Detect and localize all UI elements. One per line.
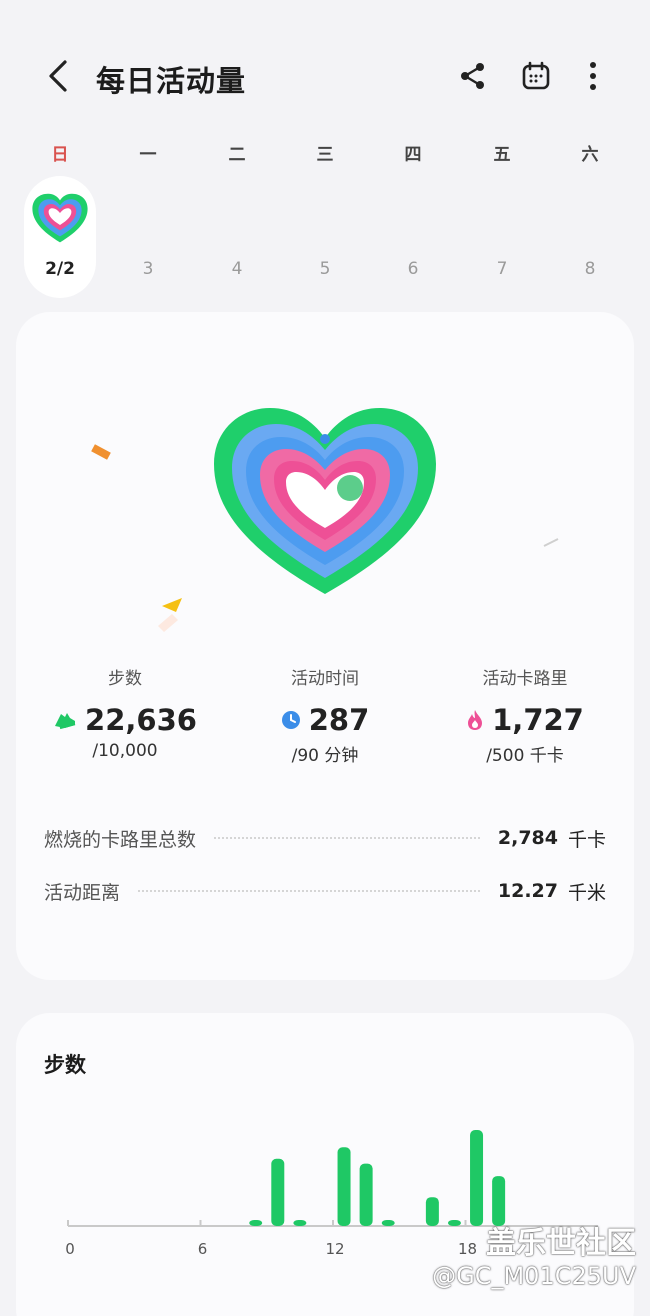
activity-distance-row: 活动距离 12.27 千米 (44, 875, 606, 907)
weekday-row: 日 一 二 三 四 五 六 (0, 140, 650, 170)
chart-bar (359, 1163, 373, 1226)
stat-active-time-value: 287 (308, 703, 370, 737)
confetti-decoration (158, 598, 182, 632)
stat-steps-value: 22,636 (85, 703, 197, 737)
weekday-fri: 五 (493, 145, 511, 165)
activity-distance-unit: 千米 (567, 881, 606, 904)
chart-x-tick-label: 6 (198, 1240, 208, 1258)
stat-active-time-goal: /90 分钟 (291, 746, 359, 766)
confetti-decoration (91, 444, 111, 460)
date-mon[interactable]: 3 (118, 259, 178, 279)
chart-bar (293, 1220, 307, 1226)
stat-steps-label: 步数 (108, 669, 142, 689)
total-calories-label: 燃烧的卡路里总数 (44, 828, 197, 851)
weekday-tue: 二 (228, 145, 246, 165)
row-divider-dots (214, 837, 480, 839)
app-bar: 每日活动量 (0, 40, 650, 116)
page-title: 每日活动量 (96, 64, 247, 98)
mini-activity-heart-icon (32, 193, 88, 243)
chevron-left-icon (49, 60, 67, 92)
back-button[interactable] (36, 54, 80, 98)
more-options-button[interactable] (571, 54, 615, 98)
weekday-mon: 一 (139, 145, 157, 165)
stat-steps[interactable]: 步数 22,636 /10,000 (22, 664, 228, 761)
confetti-decoration (543, 538, 559, 547)
chart-bar (470, 1130, 484, 1226)
shoe-icon (55, 713, 76, 730)
total-calories-row: 燃烧的卡路里总数 2,784 千卡 (44, 822, 606, 854)
chart-bar (425, 1197, 439, 1226)
stat-active-time-label: 活动时间 (291, 669, 359, 689)
chart-bar (337, 1147, 351, 1226)
date-row: 2/2 3 4 5 6 7 8 (0, 172, 650, 302)
stat-steps-goal: /10,000 (92, 741, 158, 761)
chart-x-tick-label: 0 (65, 1240, 75, 1258)
weekday-wed: 三 (316, 145, 334, 165)
activity-distance-value: 12.27 (497, 880, 558, 902)
date-thu[interactable]: 6 (383, 259, 443, 279)
date-tue[interactable]: 4 (207, 259, 267, 279)
date-fri[interactable]: 7 (472, 259, 532, 279)
calendar-icon (522, 61, 550, 90)
weekday-sun: 日 (51, 145, 69, 165)
flame-icon (468, 710, 483, 730)
date-selected: 2/2 (45, 259, 75, 279)
stat-active-calories-goal: /500 千卡 (486, 746, 564, 766)
stat-active-calories[interactable]: 活动卡路里 1,727 /500 千卡 (422, 664, 628, 766)
more-vertical-icon (590, 62, 596, 90)
chart-x-tick-label: 18 (458, 1240, 477, 1258)
chart-bar (447, 1220, 461, 1226)
chart-bar (381, 1220, 395, 1226)
chart-x-tick-label: 12 (325, 1240, 344, 1258)
activity-distance-label: 活动距离 (44, 881, 121, 904)
activity-rings-heart (214, 408, 436, 594)
chart-bar (271, 1158, 285, 1226)
weekday-sat: 六 (581, 145, 599, 165)
date-wed[interactable]: 5 (295, 259, 355, 279)
total-calories-unit: 千卡 (567, 828, 606, 851)
date-sat[interactable]: 8 (560, 259, 620, 279)
total-calories-value: 2,784 (497, 827, 558, 849)
share-icon (461, 63, 484, 89)
weekday-thu: 四 (404, 145, 422, 165)
stat-active-time[interactable]: 活动时间 287 /90 分钟 (222, 664, 428, 766)
share-button[interactable] (451, 54, 495, 98)
stat-active-calories-value: 1,727 (492, 703, 584, 737)
row-divider-dots (138, 890, 480, 892)
stat-active-calories-label: 活动卡路里 (482, 669, 568, 689)
clock-icon (281, 711, 300, 729)
watermark-community: 盖乐世社区 (486, 1226, 636, 1261)
calendar-button[interactable] (514, 54, 558, 98)
activity-summary-card: 步数 22,636 /10,000 活动时间 287 /90 分钟 活动卡路里 (16, 312, 634, 980)
watermark-username: @GC_M01C25UV (432, 1262, 636, 1290)
chart-bar (249, 1220, 263, 1226)
